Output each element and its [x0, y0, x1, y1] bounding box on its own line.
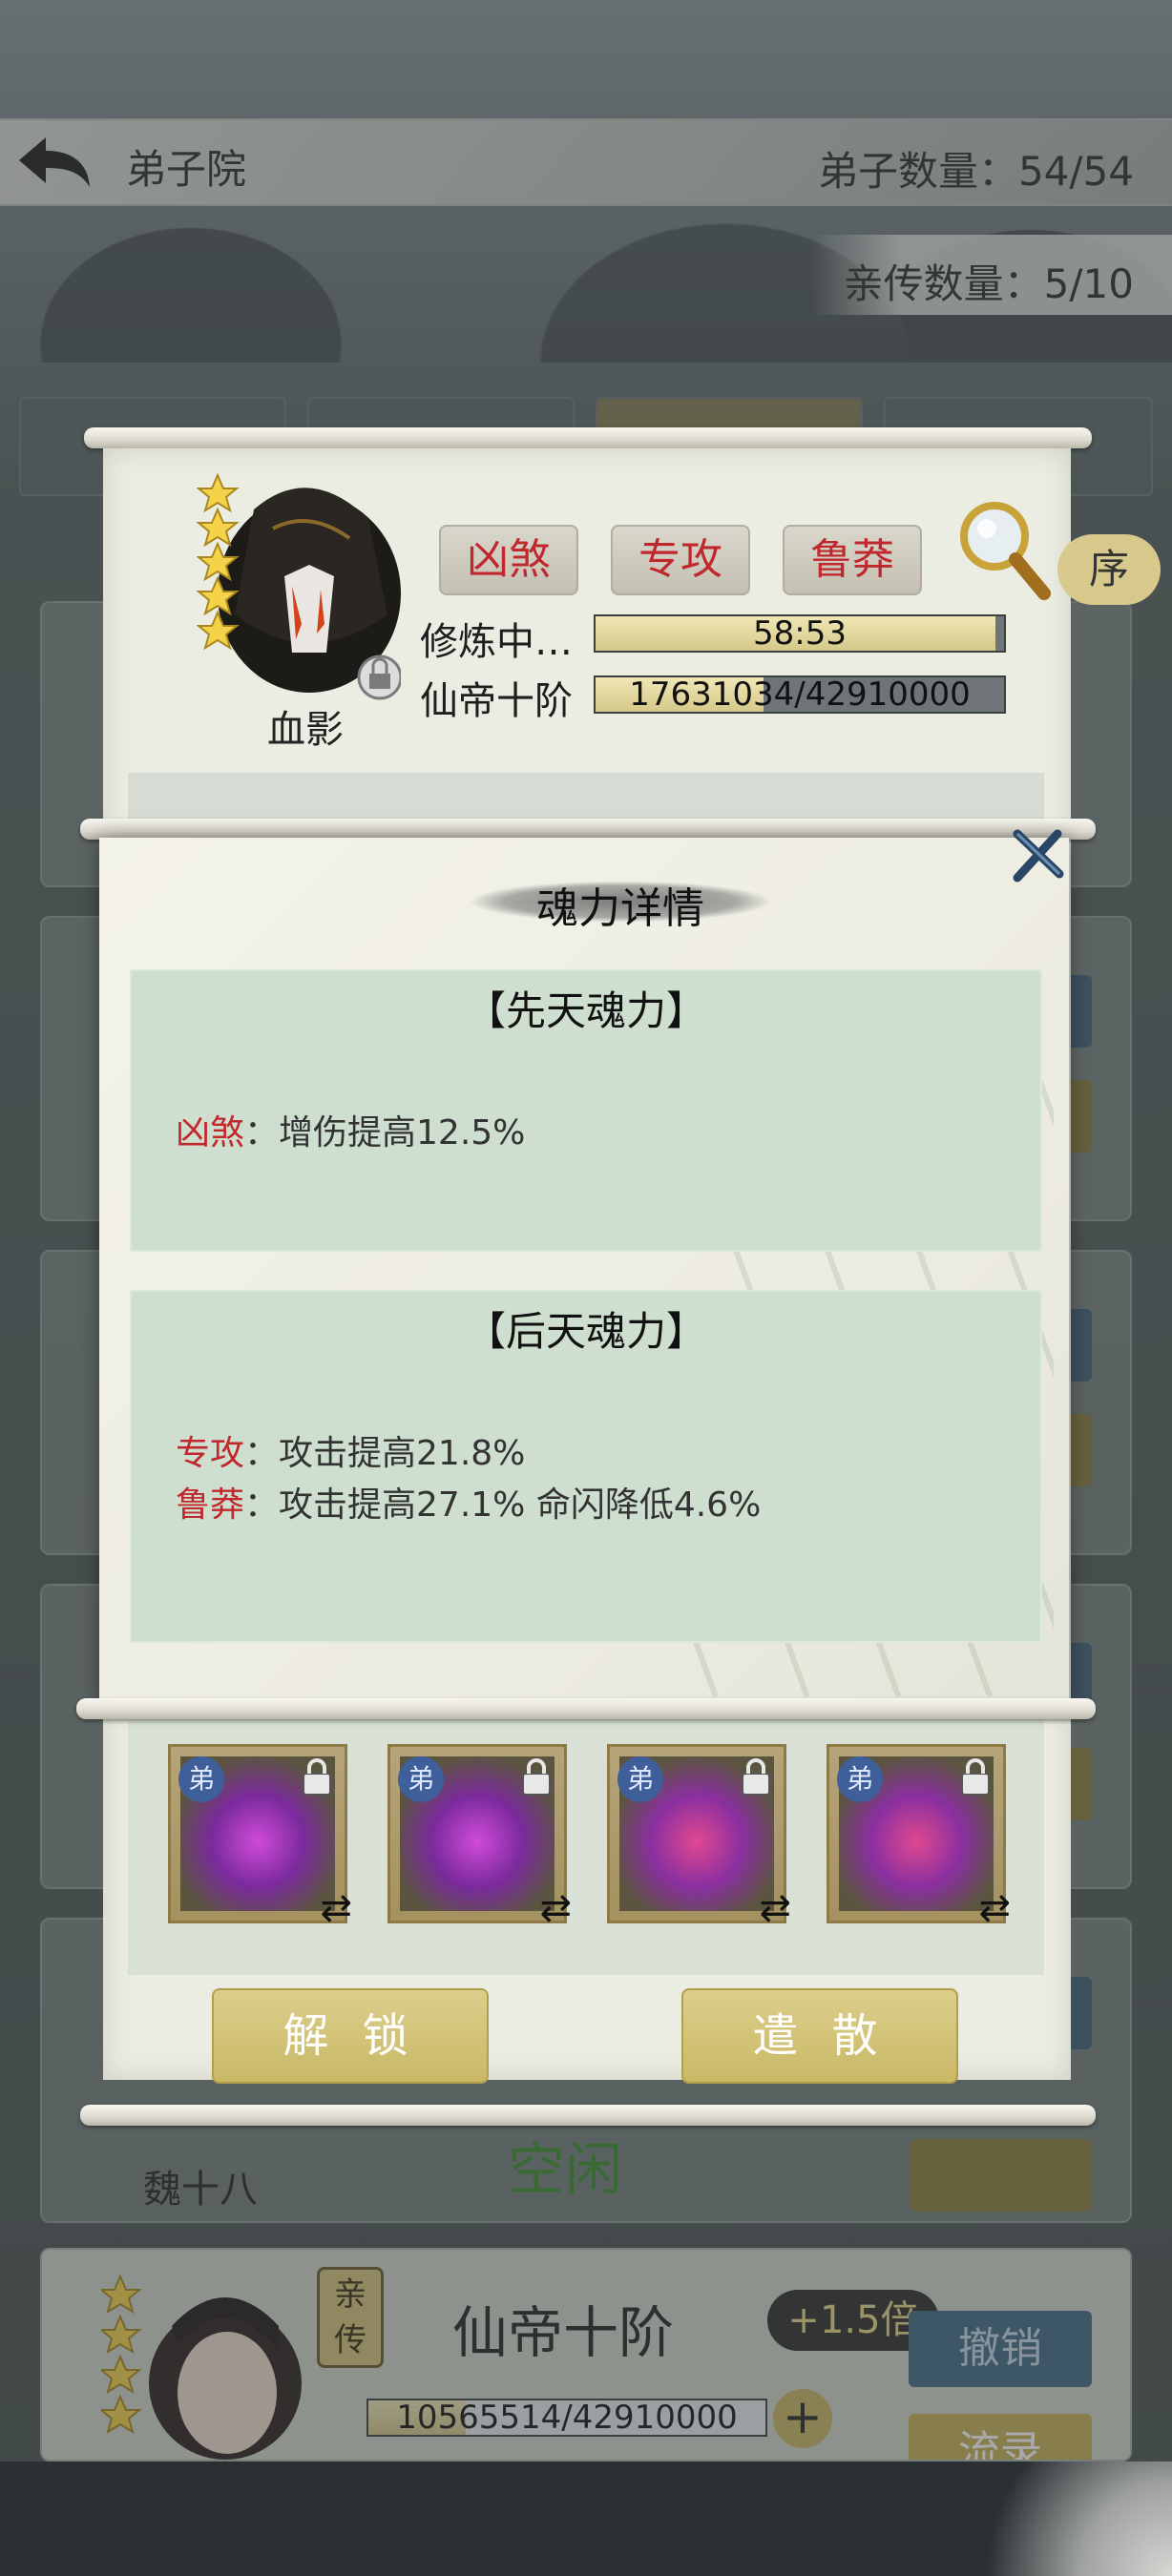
soul-trait-name: 鲁莽 [176, 1485, 245, 1525]
disciple-badge-icon: 弟 [617, 1756, 663, 1802]
training-status: 修炼中… [420, 620, 573, 664]
sort-button[interactable]: 序 [1057, 534, 1161, 605]
magnifier-icon[interactable] [956, 498, 1052, 603]
soul-trait-name: 专攻 [176, 1434, 245, 1473]
training-timer-bar: 58:53 [594, 614, 1006, 653]
soul-slot-3[interactable]: 弟 ⇄ [607, 1744, 791, 1930]
soul-trait-effect: ：攻击提高27.1% 命闪降低4.6% [244, 1485, 762, 1525]
lock-icon [522, 1758, 551, 1796]
unlock-button[interactable]: 解 锁 [212, 1988, 489, 2084]
character-rank: 仙帝十阶 [420, 679, 573, 723]
lock-icon [742, 1758, 770, 1796]
character-avatar [197, 472, 401, 700]
character-name: 血影 [267, 708, 344, 752]
disciple-badge-icon: 弟 [398, 1756, 444, 1802]
scroll-top-rod [84, 427, 1092, 448]
scroll-bottom-rod [80, 2105, 1096, 2126]
acquired-soul-title: 【后天魂力】 [465, 1308, 706, 1355]
soul-trait-effect: ：攻击提高21.8% [244, 1434, 526, 1473]
dialog-bottom-rod [76, 1698, 1096, 1719]
close-icon[interactable] [1008, 826, 1067, 885]
acquired-soul-entry: 专攻：攻击提高21.8% [176, 1425, 525, 1475]
innate-soul-section: 【先天魂力】 凶煞：增伤提高12.5% [130, 969, 1042, 1252]
trait-button-3[interactable]: 鲁莽 [783, 525, 922, 595]
trait-button-1[interactable]: 凶煞 [439, 525, 578, 595]
innate-soul-entry: 凶煞：增伤提高12.5% [176, 1105, 525, 1154]
lock-icon [357, 654, 401, 700]
soul-slot-1[interactable]: 弟 ⇄ [168, 1744, 352, 1930]
soul-slot-2[interactable]: 弟 ⇄ [387, 1744, 572, 1930]
lock-icon [961, 1758, 990, 1796]
dialog-title: 魂力详情 [536, 884, 704, 933]
trait-button-2[interactable]: 专攻 [611, 525, 750, 595]
swap-icon[interactable]: ⇄ [978, 1886, 1011, 1930]
soul-trait-name: 凶煞 [176, 1113, 245, 1153]
dialog-top-rod [80, 819, 1096, 840]
exp-text: 17631034/42910000 [629, 675, 971, 714]
exp-bar: 17631034/42910000 [594, 675, 1006, 714]
soul-slot-4[interactable]: 弟 ⇄ [827, 1744, 1011, 1930]
swap-icon[interactable]: ⇄ [320, 1886, 352, 1930]
disciple-badge-icon: 弟 [178, 1756, 224, 1802]
dismiss-button[interactable]: 遣 散 [681, 1988, 958, 2084]
acquired-soul-entry: 鲁莽：攻击提高27.1% 命闪降低4.6% [176, 1477, 761, 1527]
swap-icon[interactable]: ⇄ [759, 1886, 791, 1930]
swap-icon[interactable]: ⇄ [539, 1886, 572, 1930]
training-timer: 58:53 [753, 614, 847, 653]
acquired-soul-section: 【后天魂力】 专攻：攻击提高21.8% 鲁莽：攻击提高27.1% 命闪降低4.6… [130, 1290, 1042, 1643]
disciple-badge-icon: 弟 [837, 1756, 883, 1802]
soul-trait-effect: ：增伤提高12.5% [244, 1113, 526, 1153]
lock-icon [303, 1758, 331, 1796]
bottom-bar [0, 2462, 1172, 2576]
innate-soul-title: 【先天魂力】 [465, 987, 706, 1034]
